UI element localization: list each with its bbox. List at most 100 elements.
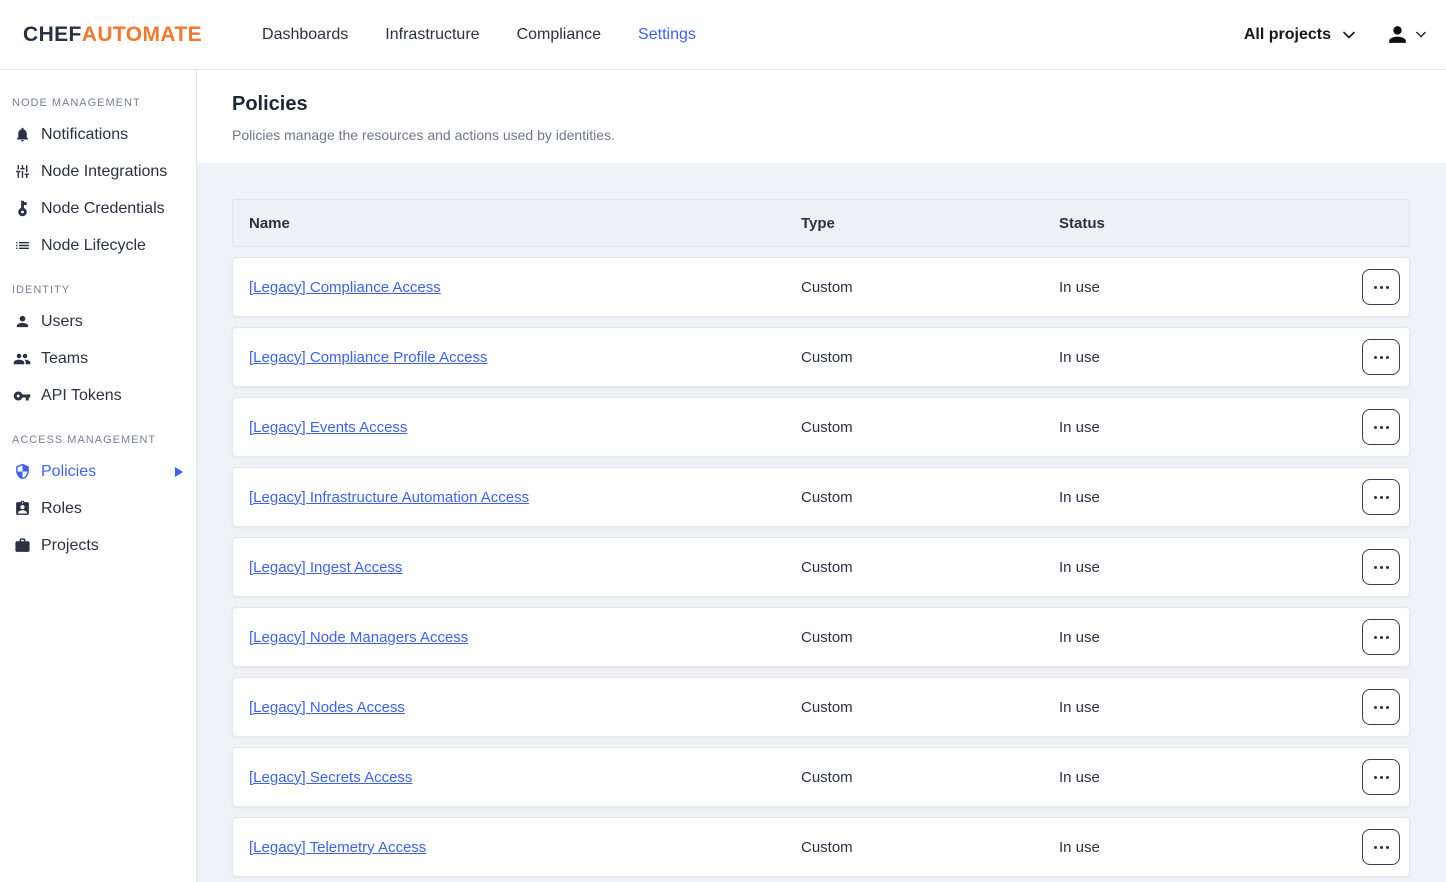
policy-link[interactable]: [Legacy] Telemetry Access — [249, 839, 426, 856]
policy-type: Custom — [801, 699, 1059, 716]
sidebar-item-label: Policies — [41, 463, 96, 481]
policy-link[interactable]: [Legacy] Compliance Profile Access — [249, 349, 487, 366]
more-actions-button[interactable] — [1362, 269, 1400, 305]
sidebar-item-label: Node Integrations — [41, 163, 167, 181]
key-icon — [12, 386, 32, 406]
badge-icon — [12, 499, 32, 519]
sidebar-item-projects[interactable]: Projects — [0, 527, 196, 564]
policy-status: In use — [1059, 839, 1353, 856]
person-icon — [12, 312, 32, 332]
policy-link[interactable]: [Legacy] Nodes Access — [249, 699, 405, 716]
people-icon — [12, 349, 32, 369]
policy-link[interactable]: [Legacy] Node Managers Access — [249, 629, 468, 646]
sidebar-item-label: Roles — [41, 500, 82, 518]
table-row: [Legacy] Compliance Profile Access Custo… — [232, 327, 1410, 387]
more-actions-button[interactable] — [1362, 759, 1400, 795]
key-vertical-icon — [12, 199, 32, 219]
page-title: Policies — [232, 93, 1410, 116]
person-icon — [1385, 22, 1410, 47]
policy-type: Custom — [801, 839, 1059, 856]
policy-type: Custom — [801, 419, 1059, 436]
list-icon — [12, 236, 32, 256]
policy-status: In use — [1059, 559, 1353, 576]
sidebar-item-roles[interactable]: Roles — [0, 490, 196, 527]
chef-automate-logo[interactable]: CHEFAUTOMATE — [0, 23, 202, 47]
policy-type: Custom — [801, 279, 1059, 296]
main-content: Policies Policies manage the resources a… — [197, 70, 1446, 882]
table-row: [Legacy] Events Access Custom In use — [232, 397, 1410, 457]
policy-link[interactable]: [Legacy] Secrets Access — [249, 769, 412, 786]
more-actions-button[interactable] — [1362, 479, 1400, 515]
table-row: [Legacy] Node Managers Access Custom In … — [232, 607, 1410, 667]
sidebar-section-node-management: NODE MANAGEMENT — [0, 77, 196, 116]
bell-icon — [12, 125, 32, 145]
nav-compliance[interactable]: Compliance — [517, 26, 601, 44]
sidebar-item-api-tokens[interactable]: API Tokens — [0, 377, 196, 414]
policy-link[interactable]: [Legacy] Ingest Access — [249, 559, 402, 576]
user-menu[interactable] — [1385, 22, 1426, 47]
projects-filter-label: All projects — [1244, 26, 1331, 44]
policy-status: In use — [1059, 349, 1353, 366]
sidebar-section-identity: IDENTITY — [0, 264, 196, 303]
top-bar-right: All projects — [1244, 22, 1446, 47]
table-row: [Legacy] Secrets Access Custom In use — [232, 747, 1410, 807]
more-actions-button[interactable] — [1362, 549, 1400, 585]
page-subtitle: Policies manage the resources and action… — [232, 127, 1410, 143]
sidebar-item-label: Teams — [41, 350, 88, 368]
sidebar-item-label: API Tokens — [41, 387, 122, 405]
projects-filter-dropdown[interactable]: All projects — [1244, 26, 1355, 44]
policy-link[interactable]: [Legacy] Events Access — [249, 419, 407, 436]
policy-status: In use — [1059, 629, 1353, 646]
logo-automate: AUTOMATE — [82, 23, 202, 46]
more-actions-button[interactable] — [1362, 829, 1400, 865]
policy-status: In use — [1059, 279, 1353, 296]
sidebar-item-label: Notifications — [41, 126, 128, 144]
policy-link[interactable]: [Legacy] Infrastructure Automation Acces… — [249, 489, 529, 506]
sliders-icon — [12, 162, 32, 182]
policy-type: Custom — [801, 349, 1059, 366]
table-row: [Legacy] Ingest Access Custom In use — [232, 537, 1410, 597]
chevron-down-icon — [1343, 31, 1355, 39]
main-nav: Dashboards Infrastructure Compliance Set… — [262, 26, 696, 44]
sidebar-item-label: Node Lifecycle — [41, 237, 146, 255]
page-header: Policies Policies manage the resources a… — [197, 70, 1446, 163]
logo-chef: CHEF — [23, 23, 82, 46]
shield-icon — [12, 462, 32, 482]
policy-type: Custom — [801, 559, 1059, 576]
chevron-down-icon — [1416, 31, 1426, 38]
nav-settings[interactable]: Settings — [638, 26, 696, 44]
sidebar-item-policies[interactable]: Policies — [0, 453, 196, 490]
nav-dashboards[interactable]: Dashboards — [262, 26, 348, 44]
page-layout: NODE MANAGEMENT Notifications Node Integ… — [0, 70, 1446, 882]
policy-link[interactable]: [Legacy] Compliance Access — [249, 279, 441, 296]
table-row: [Legacy] Compliance Access Custom In use — [232, 257, 1410, 317]
column-header-type: Type — [801, 215, 1059, 232]
sidebar-item-node-integrations[interactable]: Node Integrations — [0, 153, 196, 190]
sidebar-item-label: Users — [41, 313, 83, 331]
column-header-status: Status — [1059, 215, 1353, 232]
more-actions-button[interactable] — [1362, 619, 1400, 655]
policy-status: In use — [1059, 699, 1353, 716]
policies-content: Name Type Status [Legacy] Compliance Acc… — [197, 163, 1446, 882]
sidebar-item-label: Projects — [41, 537, 99, 555]
top-bar: CHEFAUTOMATE Dashboards Infrastructure C… — [0, 0, 1446, 70]
more-actions-button[interactable] — [1362, 339, 1400, 375]
sidebar-item-node-lifecycle[interactable]: Node Lifecycle — [0, 227, 196, 264]
briefcase-icon — [12, 536, 32, 556]
sidebar-section-access-management: ACCESS MANAGEMENT — [0, 414, 196, 453]
active-item-arrow-icon — [175, 467, 183, 477]
table-row: [Legacy] Infrastructure Automation Acces… — [232, 467, 1410, 527]
sidebar-item-node-credentials[interactable]: Node Credentials — [0, 190, 196, 227]
table-row: [Legacy] Nodes Access Custom In use — [232, 677, 1410, 737]
nav-infrastructure[interactable]: Infrastructure — [385, 26, 479, 44]
sidebar-item-users[interactable]: Users — [0, 303, 196, 340]
more-actions-button[interactable] — [1362, 409, 1400, 445]
sidebar-item-teams[interactable]: Teams — [0, 340, 196, 377]
sidebar-item-label: Node Credentials — [41, 200, 165, 218]
column-header-name: Name — [233, 215, 801, 232]
policy-type: Custom — [801, 629, 1059, 646]
more-actions-button[interactable] — [1362, 689, 1400, 725]
policy-status: In use — [1059, 489, 1353, 506]
table-header-row: Name Type Status — [232, 199, 1410, 247]
sidebar-item-notifications[interactable]: Notifications — [0, 116, 196, 153]
